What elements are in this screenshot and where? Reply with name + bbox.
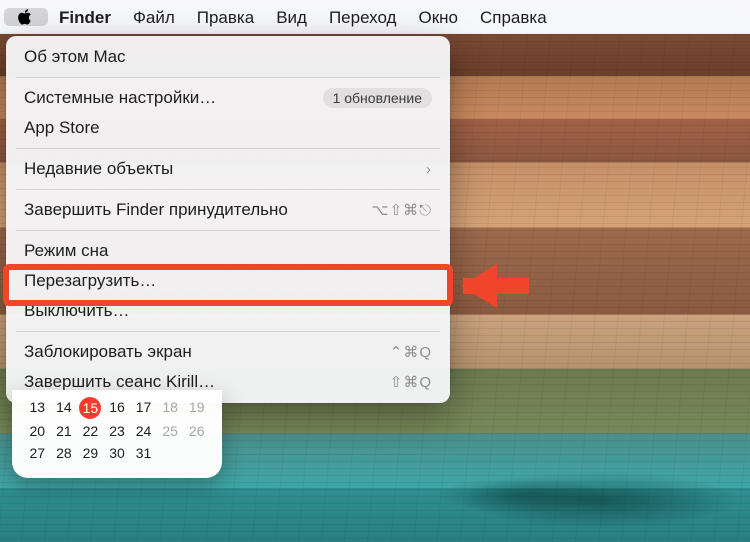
menuitem-label: Недавние объекты: [24, 159, 426, 179]
menuitem-shutdown[interactable]: Выключить…: [6, 296, 450, 326]
calendar-day[interactable]: 19: [183, 396, 210, 420]
calendar-day[interactable]: 14: [51, 396, 78, 420]
submenu-chevron-icon: ›: [426, 161, 432, 178]
menuitem-sleep[interactable]: Режим сна: [6, 236, 450, 266]
update-badge: 1 обновление: [323, 88, 432, 108]
menu-bar: Finder Файл Правка Вид Переход Окно Спра…: [0, 0, 750, 34]
menuitem-label: Режим сна: [24, 241, 432, 261]
menuitem-label: Выключить…: [24, 301, 432, 321]
menu-separator: [16, 331, 440, 332]
calendar-widget[interactable]: 13141516171819 20212223242526 2728293031: [12, 390, 222, 478]
menu-file[interactable]: Файл: [122, 5, 186, 30]
calendar-day[interactable]: 28: [51, 442, 78, 464]
calendar-day[interactable]: 25: [157, 420, 184, 442]
menu-separator: [16, 77, 440, 78]
menuitem-about-this-mac[interactable]: Об этом Mac: [6, 42, 450, 72]
calendar-day[interactable]: 22: [77, 420, 104, 442]
menuitem-app-store[interactable]: App Store: [6, 113, 450, 143]
menuitem-label: Заблокировать экран: [24, 342, 390, 362]
calendar-day[interactable]: 23: [104, 420, 131, 442]
menuitem-lock-screen[interactable]: Заблокировать экран ⌃⌘Q: [6, 337, 450, 367]
menu-go[interactable]: Переход: [318, 5, 408, 30]
calendar-day[interactable]: 27: [24, 442, 51, 464]
calendar-day[interactable]: 31: [130, 442, 157, 464]
menu-separator: [16, 148, 440, 149]
calendar-day[interactable]: 15: [79, 397, 101, 419]
calendar-day[interactable]: 30: [104, 442, 131, 464]
apple-menu-button[interactable]: [4, 8, 48, 26]
keyboard-shortcut: ⌃⌘Q: [390, 343, 432, 361]
apple-menu-dropdown: Об этом Mac Системные настройки… 1 обнов…: [6, 36, 450, 403]
keyboard-shortcut: ⌥⇧⌘⎋: [371, 201, 432, 219]
menu-edit[interactable]: Правка: [186, 5, 265, 30]
apple-logo-icon: [17, 8, 35, 26]
calendar-day[interactable]: 20: [24, 420, 51, 442]
calendar-day[interactable]: 21: [51, 420, 78, 442]
menu-view[interactable]: Вид: [265, 5, 318, 30]
calendar-day: [183, 442, 210, 464]
menu-window[interactable]: Окно: [407, 5, 469, 30]
menuitem-label: App Store: [24, 118, 432, 138]
app-name-menu[interactable]: Finder: [48, 5, 122, 30]
calendar-day: [157, 442, 184, 464]
menuitem-label: Системные настройки…: [24, 88, 323, 108]
keyboard-shortcut: ⇧⌘Q: [390, 373, 432, 391]
menuitem-recent-items[interactable]: Недавние объекты ›: [6, 154, 450, 184]
calendar-day[interactable]: 13: [24, 396, 51, 420]
calendar-grid: 13141516171819 20212223242526 2728293031: [24, 396, 210, 464]
menuitem-label: Завершить сеанс Kirill…: [24, 372, 390, 392]
calendar-day[interactable]: 16: [104, 396, 131, 420]
calendar-day[interactable]: 18: [157, 396, 184, 420]
calendar-day[interactable]: 17: [130, 396, 157, 420]
menu-separator: [16, 230, 440, 231]
menuitem-force-quit[interactable]: Завершить Finder принудительно ⌥⇧⌘⎋: [6, 195, 450, 225]
menuitem-label: Завершить Finder принудительно: [24, 200, 371, 220]
calendar-day[interactable]: 26: [183, 420, 210, 442]
calendar-day[interactable]: 29: [77, 442, 104, 464]
menuitem-label: Об этом Mac: [24, 47, 432, 67]
menu-help[interactable]: Справка: [469, 5, 558, 30]
menu-separator: [16, 189, 440, 190]
calendar-day[interactable]: 24: [130, 420, 157, 442]
menuitem-label: Перезагрузить…: [24, 271, 432, 291]
menuitem-system-settings[interactable]: Системные настройки… 1 обновление: [6, 83, 450, 113]
menuitem-restart[interactable]: Перезагрузить…: [6, 266, 450, 296]
